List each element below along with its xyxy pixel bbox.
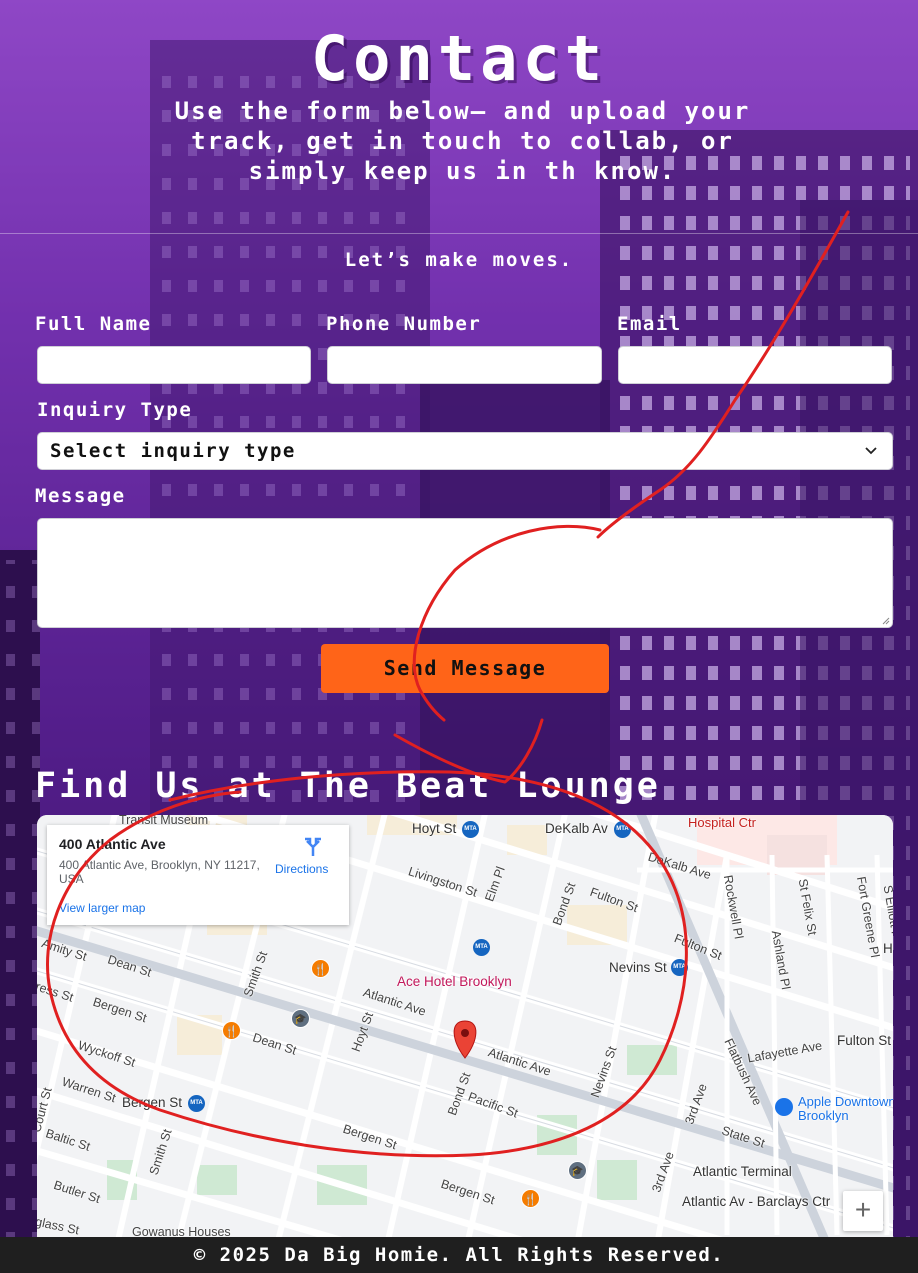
map-info-card: 400 Atlantic Ave 400 Atlantic Ave, Brook… (47, 825, 349, 925)
inquiry-type-selected: Select inquiry type (50, 440, 296, 462)
subway-icon[interactable]: MTA (462, 821, 479, 838)
map-label: Fulton St (837, 1033, 892, 1048)
map-label: Apple Downtown Brooklyn (798, 1094, 893, 1123)
page-title: Contact (310, 22, 608, 95)
place-address: 400 Atlantic Ave, Brooklyn, NY 11217, US… (59, 858, 260, 886)
resize-grip-icon[interactable] (880, 615, 890, 625)
school-icon[interactable]: 🎓 (291, 1009, 310, 1028)
page-subtitle: Use the form below— and upload your trac… (174, 97, 751, 185)
phone-label: Phone Number (326, 313, 482, 335)
section-divider (0, 233, 918, 234)
tagline: Let’s make moves. (344, 249, 574, 271)
send-message-button[interactable]: Send Message (321, 644, 609, 693)
restaurant-icon[interactable]: 🍴 (222, 1021, 241, 1040)
full-name-label: Full Name (35, 313, 152, 335)
map-label: Hoyt St (412, 821, 457, 836)
map-label: Atlantic Terminal (693, 1164, 792, 1179)
map-label: Atlantic Av - Barclays Ctr (682, 1194, 831, 1209)
restaurant-icon[interactable]: 🍴 (311, 959, 330, 978)
map-label: H (883, 941, 893, 956)
phone-input[interactable] (327, 346, 602, 384)
subway-icon[interactable]: MTA (614, 821, 631, 838)
subway-icon[interactable]: MTA (671, 959, 688, 976)
restaurant-icon[interactable]: 🍴 (521, 1189, 540, 1208)
directions-icon[interactable] (302, 836, 324, 858)
map-section-title: Find Us at The Beat Lounge (35, 766, 661, 806)
map-label: Hospital Ctr (688, 815, 756, 830)
map-label: Transit Museum (119, 815, 209, 827)
full-name-input[interactable] (37, 346, 311, 384)
place-name: 400 Atlantic Ave (59, 836, 166, 852)
school-icon[interactable]: 🎓 (568, 1161, 587, 1180)
subway-icon[interactable]: MTA (188, 1095, 205, 1112)
zoom-in-button[interactable]: + (843, 1191, 883, 1231)
map-label: Nevins St (609, 960, 667, 975)
map-label: DeKalb Av (545, 821, 608, 836)
message-label: Message (35, 485, 126, 507)
map-label: Bergen St (122, 1095, 183, 1110)
email-input[interactable] (618, 346, 892, 384)
message-textarea[interactable] (37, 518, 893, 628)
view-larger-map-link[interactable]: View larger map (59, 901, 145, 915)
email-label: Email (617, 313, 682, 335)
directions-link[interactable]: Directions (275, 862, 328, 876)
chevron-down-icon (865, 447, 877, 455)
footer-copyright: © 2025 Da Big Homie. All Rights Reserved… (0, 1237, 918, 1273)
subway-icon[interactable]: MTA (473, 939, 490, 956)
inquiry-type-select[interactable]: Select inquiry type (37, 432, 893, 470)
embedded-map[interactable]: 400 Atlantic Ave 400 Atlantic Ave, Brook… (37, 815, 893, 1240)
shopping-icon[interactable] (775, 1098, 793, 1116)
inquiry-type-label: Inquiry Type (37, 399, 193, 421)
map-label: Ace Hotel Brooklyn (397, 974, 512, 989)
